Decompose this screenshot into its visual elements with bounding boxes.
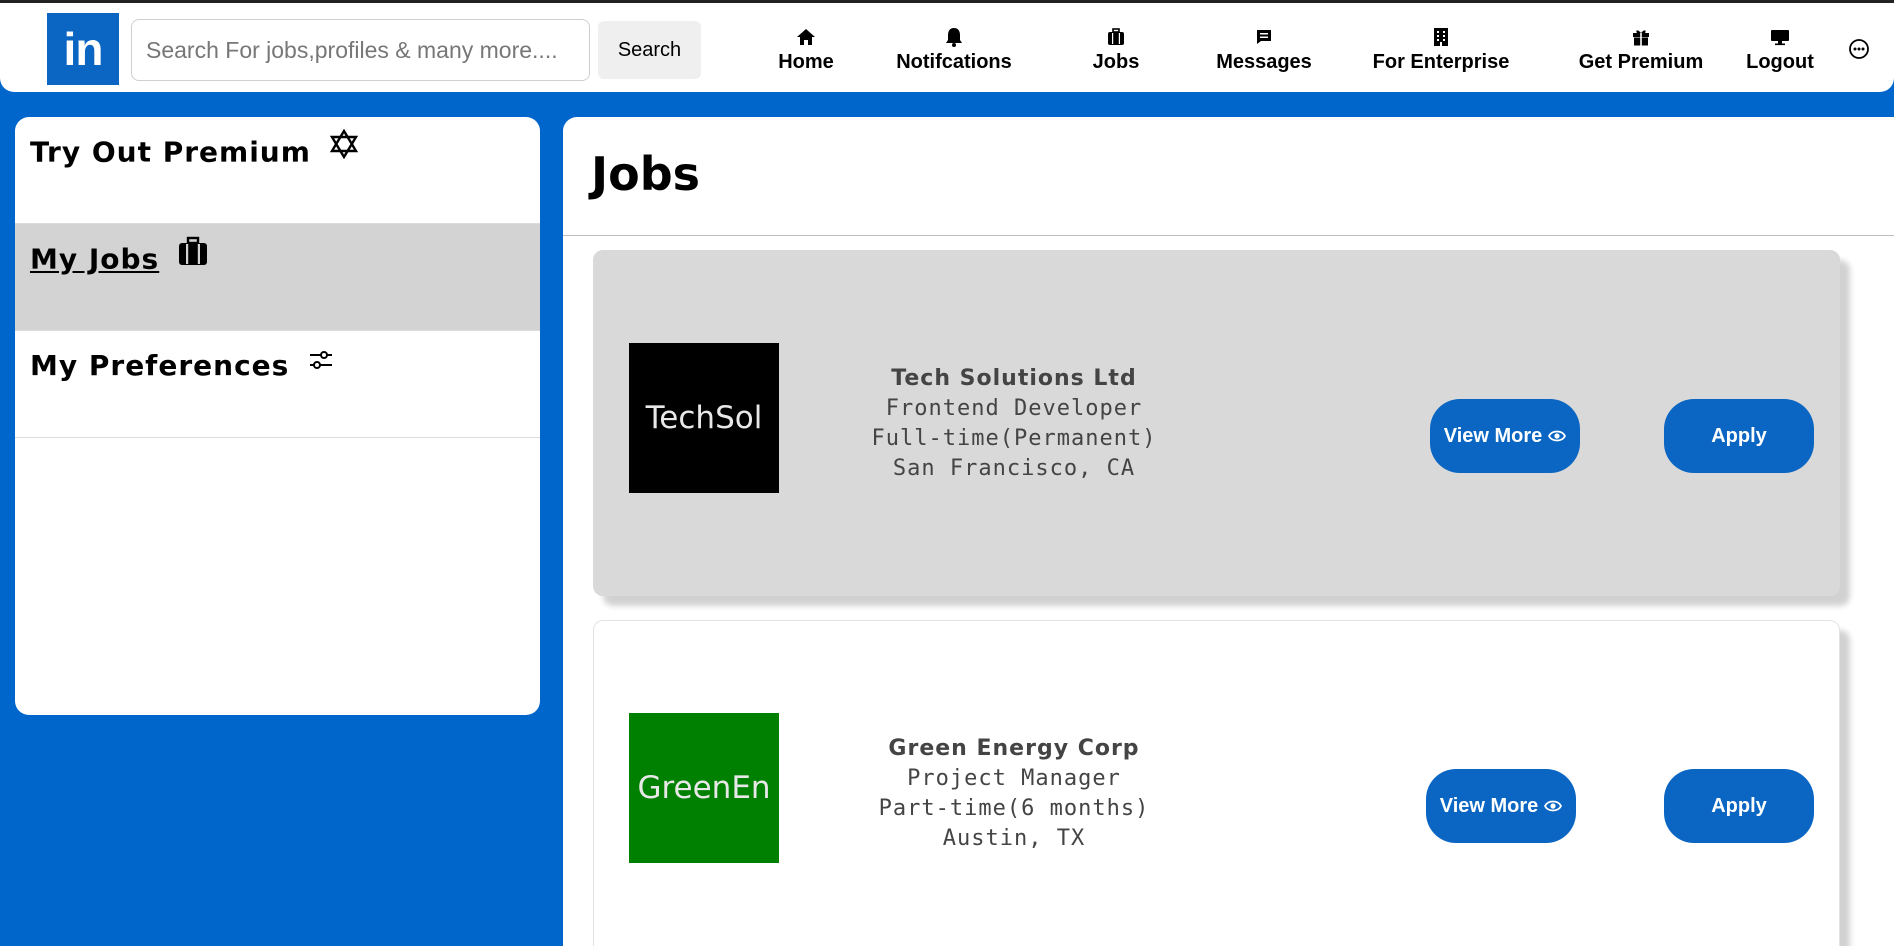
company-logo: TechSol — [629, 343, 779, 493]
sidebar-item-my-jobs[interactable]: My Jobs — [15, 224, 540, 331]
nav-logout-label: Logout — [1746, 51, 1814, 73]
briefcase-icon — [178, 236, 208, 273]
page-title: Jobs — [591, 147, 701, 201]
nav-notifications[interactable]: Notifcations — [893, 25, 1015, 77]
nav-get-premium-label: Get Premium — [1578, 51, 1704, 73]
view-more-label: View More — [1443, 424, 1543, 447]
linkedin-logo[interactable]: in — [47, 13, 119, 85]
apply-button[interactable]: Apply — [1664, 399, 1814, 473]
nav-for-enterprise[interactable]: For Enterprise — [1373, 25, 1509, 77]
sidebar: Try Out Premium My Jobs My Preferences — [15, 117, 540, 715]
search-button[interactable]: Search — [598, 21, 701, 79]
sliders-icon — [308, 345, 334, 378]
job-info: Green Energy Corp Project Manager Part-t… — [844, 734, 1184, 854]
nav-messages-label: Messages — [1216, 51, 1312, 73]
apply-button[interactable]: Apply — [1664, 769, 1814, 843]
job-info: Tech Solutions Ltd Frontend Developer Fu… — [844, 364, 1184, 484]
view-more-button[interactable]: View More — [1430, 399, 1580, 473]
company-logo: GreenEn — [629, 713, 779, 863]
sidebar-item-label: My Preferences — [30, 349, 290, 382]
main-content: Jobs TechSol Tech Solutions Ltd Frontend… — [563, 117, 1894, 946]
eye-icon — [1548, 429, 1567, 443]
divider — [563, 235, 1894, 236]
job-location: San Francisco, CA — [892, 456, 1136, 481]
sidebar-item-try-out-premium[interactable]: Try Out Premium — [15, 117, 540, 224]
bell-icon — [945, 25, 963, 49]
sidebar-item-label: Try Out Premium — [30, 135, 311, 169]
nav-logout[interactable]: Logout — [1745, 25, 1815, 77]
view-more-label: View More — [1439, 794, 1539, 817]
top-navbar: in Search Home Notifcations Jobs Message… — [0, 0, 1894, 92]
gift-icon — [1632, 25, 1650, 49]
job-role: Frontend Developer — [885, 396, 1143, 421]
home-icon — [796, 25, 816, 49]
briefcase-icon — [1107, 25, 1125, 49]
job-role: Project Manager — [907, 766, 1121, 791]
sidebar-item-my-preferences[interactable]: My Preferences — [15, 331, 540, 438]
nav-jobs[interactable]: Jobs — [1090, 25, 1142, 77]
job-company: Tech Solutions Ltd — [891, 366, 1137, 391]
search-input[interactable] — [131, 19, 590, 81]
job-type: Part-time(6 months) — [878, 796, 1150, 821]
eye-icon — [1544, 799, 1563, 813]
monitor-icon — [1770, 25, 1790, 49]
job-type: Full-time(Permanent) — [871, 426, 1157, 451]
star-of-david-icon — [329, 128, 358, 166]
nav-jobs-label: Jobs — [1092, 51, 1140, 73]
nav-get-premium[interactable]: Get Premium — [1578, 25, 1704, 77]
nav-home-label: Home — [778, 51, 834, 73]
sidebar-item-label: My Jobs — [30, 242, 160, 276]
building-icon — [1433, 25, 1449, 49]
more-icon[interactable] — [1848, 38, 1870, 60]
job-location: Austin, TX — [942, 826, 1086, 851]
message-icon — [1255, 25, 1273, 49]
nav-for-enterprise-label: For Enterprise — [1372, 51, 1510, 73]
nav-home[interactable]: Home — [776, 25, 836, 77]
job-card[interactable]: TechSol Tech Solutions Ltd Frontend Deve… — [593, 250, 1840, 596]
nav-notifications-label: Notifcations — [896, 51, 1012, 73]
job-company: Green Energy Corp — [888, 736, 1140, 761]
nav-messages[interactable]: Messages — [1215, 25, 1313, 77]
job-card[interactable]: GreenEn Green Energy Corp Project Manage… — [593, 620, 1840, 946]
view-more-button[interactable]: View More — [1426, 769, 1576, 843]
